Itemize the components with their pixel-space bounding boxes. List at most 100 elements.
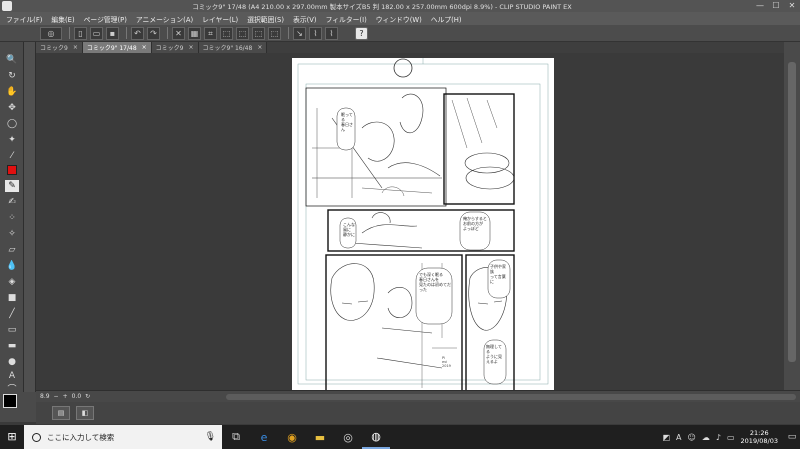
menu-help[interactable]: ヘルプ(H): [431, 14, 462, 24]
snap-grid-icon[interactable]: ⌇: [325, 26, 338, 40]
menu-edit[interactable]: 編集(E): [51, 14, 74, 24]
clip-studio-icon[interactable]: ◎: [40, 26, 62, 40]
foreground-color[interactable]: [3, 394, 17, 408]
maximize-button[interactable]: ☐: [768, 0, 784, 12]
tray-app-icon[interactable]: ◩: [662, 433, 670, 442]
network-icon[interactable]: ▭: [727, 433, 735, 442]
cloud-icon[interactable]: ☁: [702, 433, 710, 442]
task-view-icon[interactable]: ⧉: [222, 425, 250, 449]
brush-icon[interactable]: ✍: [5, 196, 19, 208]
lasso-icon[interactable]: ◯: [5, 118, 19, 130]
tab-close-icon[interactable]: ×: [73, 44, 78, 51]
clip-studio-window: コミック9" 17/48 (A4 210.00 x 297.00mm 製本サイズ…: [0, 0, 800, 449]
snap-special-ruler-icon[interactable]: ⌇: [309, 26, 322, 40]
manga-page[interactable]: 眠ってる 春日さん こんな風に 静かに 俺からすると お前の方が よっぽど でも…: [292, 58, 554, 390]
frame-icon[interactable]: ▭: [5, 324, 19, 336]
canvas-navigation-bar: 8.9 − + 0.0 ↻: [36, 390, 800, 402]
select-all-icon[interactable]: ⬚: [220, 26, 233, 40]
tab-comic-1[interactable]: コミック9 ×: [36, 42, 83, 53]
snap-ruler-icon[interactable]: ↘: [293, 26, 306, 40]
scroll-thumb[interactable]: [788, 62, 796, 362]
windows-start-icon[interactable]: ⊞: [0, 425, 24, 449]
menu-layer[interactable]: レイヤー(L): [202, 14, 238, 24]
notification-icon[interactable]: ▭: [784, 425, 800, 449]
taskbar-search-box[interactable]: ここに入力して検索 🎙: [24, 425, 222, 449]
hand-icon[interactable]: ✋: [5, 86, 19, 98]
tool-property-icon[interactable]: ▤: [52, 406, 70, 420]
redo-icon[interactable]: ↷: [147, 26, 160, 40]
menu-window[interactable]: ウィンドウ(W): [376, 14, 422, 24]
auto-select-icon[interactable]: ✦: [5, 134, 19, 146]
blend-icon[interactable]: 💧: [5, 260, 19, 272]
transform-icon[interactable]: ⌗: [204, 26, 217, 40]
text-icon[interactable]: A: [5, 370, 19, 382]
tab-label: コミック9: [155, 45, 184, 52]
balloon-icon[interactable]: ●: [5, 356, 19, 368]
fill-icon[interactable]: ▦: [188, 26, 201, 40]
microphone-icon[interactable]: 🎙: [205, 432, 216, 442]
gradient-icon[interactable]: ■: [5, 292, 19, 304]
tab-close-icon[interactable]: ×: [142, 44, 147, 51]
clip-studio-paint-taskbar-icon[interactable]: ◍: [362, 425, 390, 449]
menu-animation[interactable]: アニメーション(A): [136, 14, 193, 24]
menu-selection[interactable]: 選択範囲(S): [247, 14, 284, 24]
new-file-icon[interactable]: ▯: [74, 26, 87, 40]
clock-date: 2019/08/03: [740, 437, 778, 445]
tab-comic-17[interactable]: コミック9" 17/48 ×: [82, 42, 152, 53]
people-icon[interactable]: ☺: [688, 433, 696, 442]
separator: [167, 27, 168, 39]
tab-close-icon[interactable]: ×: [189, 44, 194, 51]
tab-close-icon[interactable]: ×: [257, 44, 262, 51]
close-button[interactable]: ✕: [784, 0, 800, 12]
menu-filter[interactable]: フィルター(I): [326, 14, 367, 24]
clip-studio-taskbar-icon[interactable]: ◎: [334, 425, 362, 449]
zoom-icon[interactable]: 🔍: [5, 54, 19, 66]
pencil-icon[interactable]: ✎: [5, 180, 19, 192]
explorer-icon[interactable]: ▬: [306, 425, 334, 449]
move-icon[interactable]: ✥: [5, 102, 19, 114]
eyedropper-icon[interactable]: ⁄: [5, 150, 19, 162]
ime-indicator[interactable]: A: [676, 433, 681, 442]
rotate-icon[interactable]: ↻: [5, 70, 19, 82]
angle-value[interactable]: 0.0: [72, 393, 82, 400]
ruler-icon[interactable]: ▬: [5, 340, 19, 352]
fill-tool-icon[interactable]: ◈: [5, 276, 19, 288]
zoom-value[interactable]: 8.9: [40, 393, 50, 400]
tab-comic-2[interactable]: コミック9 ×: [151, 42, 199, 53]
tab-comic-16[interactable]: コミック9" 16/48 ×: [198, 42, 268, 53]
color-indicator[interactable]: [0, 392, 36, 422]
edge-icon[interactable]: e: [250, 425, 278, 449]
balloon-2-text: こんな風に 静かに: [343, 222, 355, 237]
airbrush-icon[interactable]: ⁘: [5, 212, 19, 224]
help-button[interactable]: ?: [355, 26, 368, 40]
undo-icon[interactable]: ↶: [131, 26, 144, 40]
vertical-scrollbar[interactable]: [784, 42, 800, 392]
eraser-icon[interactable]: ▱: [5, 244, 19, 256]
chrome-icon[interactable]: ◉: [278, 425, 306, 449]
clear-icon[interactable]: ✕: [172, 26, 185, 40]
save-icon[interactable]: ▪: [106, 26, 119, 40]
pen-color-icon[interactable]: [7, 165, 17, 175]
deselect-icon[interactable]: ⬚: [236, 26, 249, 40]
invert-selection-icon[interactable]: ⬚: [252, 26, 265, 40]
rotate-reset-icon[interactable]: ↻: [85, 393, 90, 400]
panel-2: [443, 93, 515, 205]
balloon-3-text: 俺からすると お前の方が よっぽど: [463, 216, 487, 231]
horizontal-scrollbar[interactable]: [226, 394, 796, 400]
menu-view[interactable]: 表示(V): [293, 14, 317, 24]
zoom-out-icon[interactable]: −: [54, 393, 59, 400]
crop-icon[interactable]: ⬚: [268, 26, 281, 40]
record-icon[interactable]: ◧: [76, 406, 94, 420]
menu-page[interactable]: ページ管理(P): [84, 14, 127, 24]
line-icon[interactable]: ╱: [5, 308, 19, 320]
tab-label: コミック9" 16/48: [202, 45, 253, 52]
volume-icon[interactable]: ♪: [716, 433, 721, 442]
canvas-area[interactable]: 眠ってる 春日さん こんな風に 静かに 俺からすると お前の方が よっぽど でも…: [36, 53, 784, 390]
decoration-icon[interactable]: ✧: [5, 228, 19, 240]
menu-file[interactable]: ファイル(F): [6, 14, 42, 24]
open-file-icon[interactable]: ▭: [90, 26, 103, 40]
app-icon: [2, 1, 12, 11]
zoom-in-icon[interactable]: +: [63, 393, 68, 400]
taskbar-clock[interactable]: 21:26 2019/08/03: [741, 429, 778, 445]
minimize-button[interactable]: —: [752, 0, 768, 12]
